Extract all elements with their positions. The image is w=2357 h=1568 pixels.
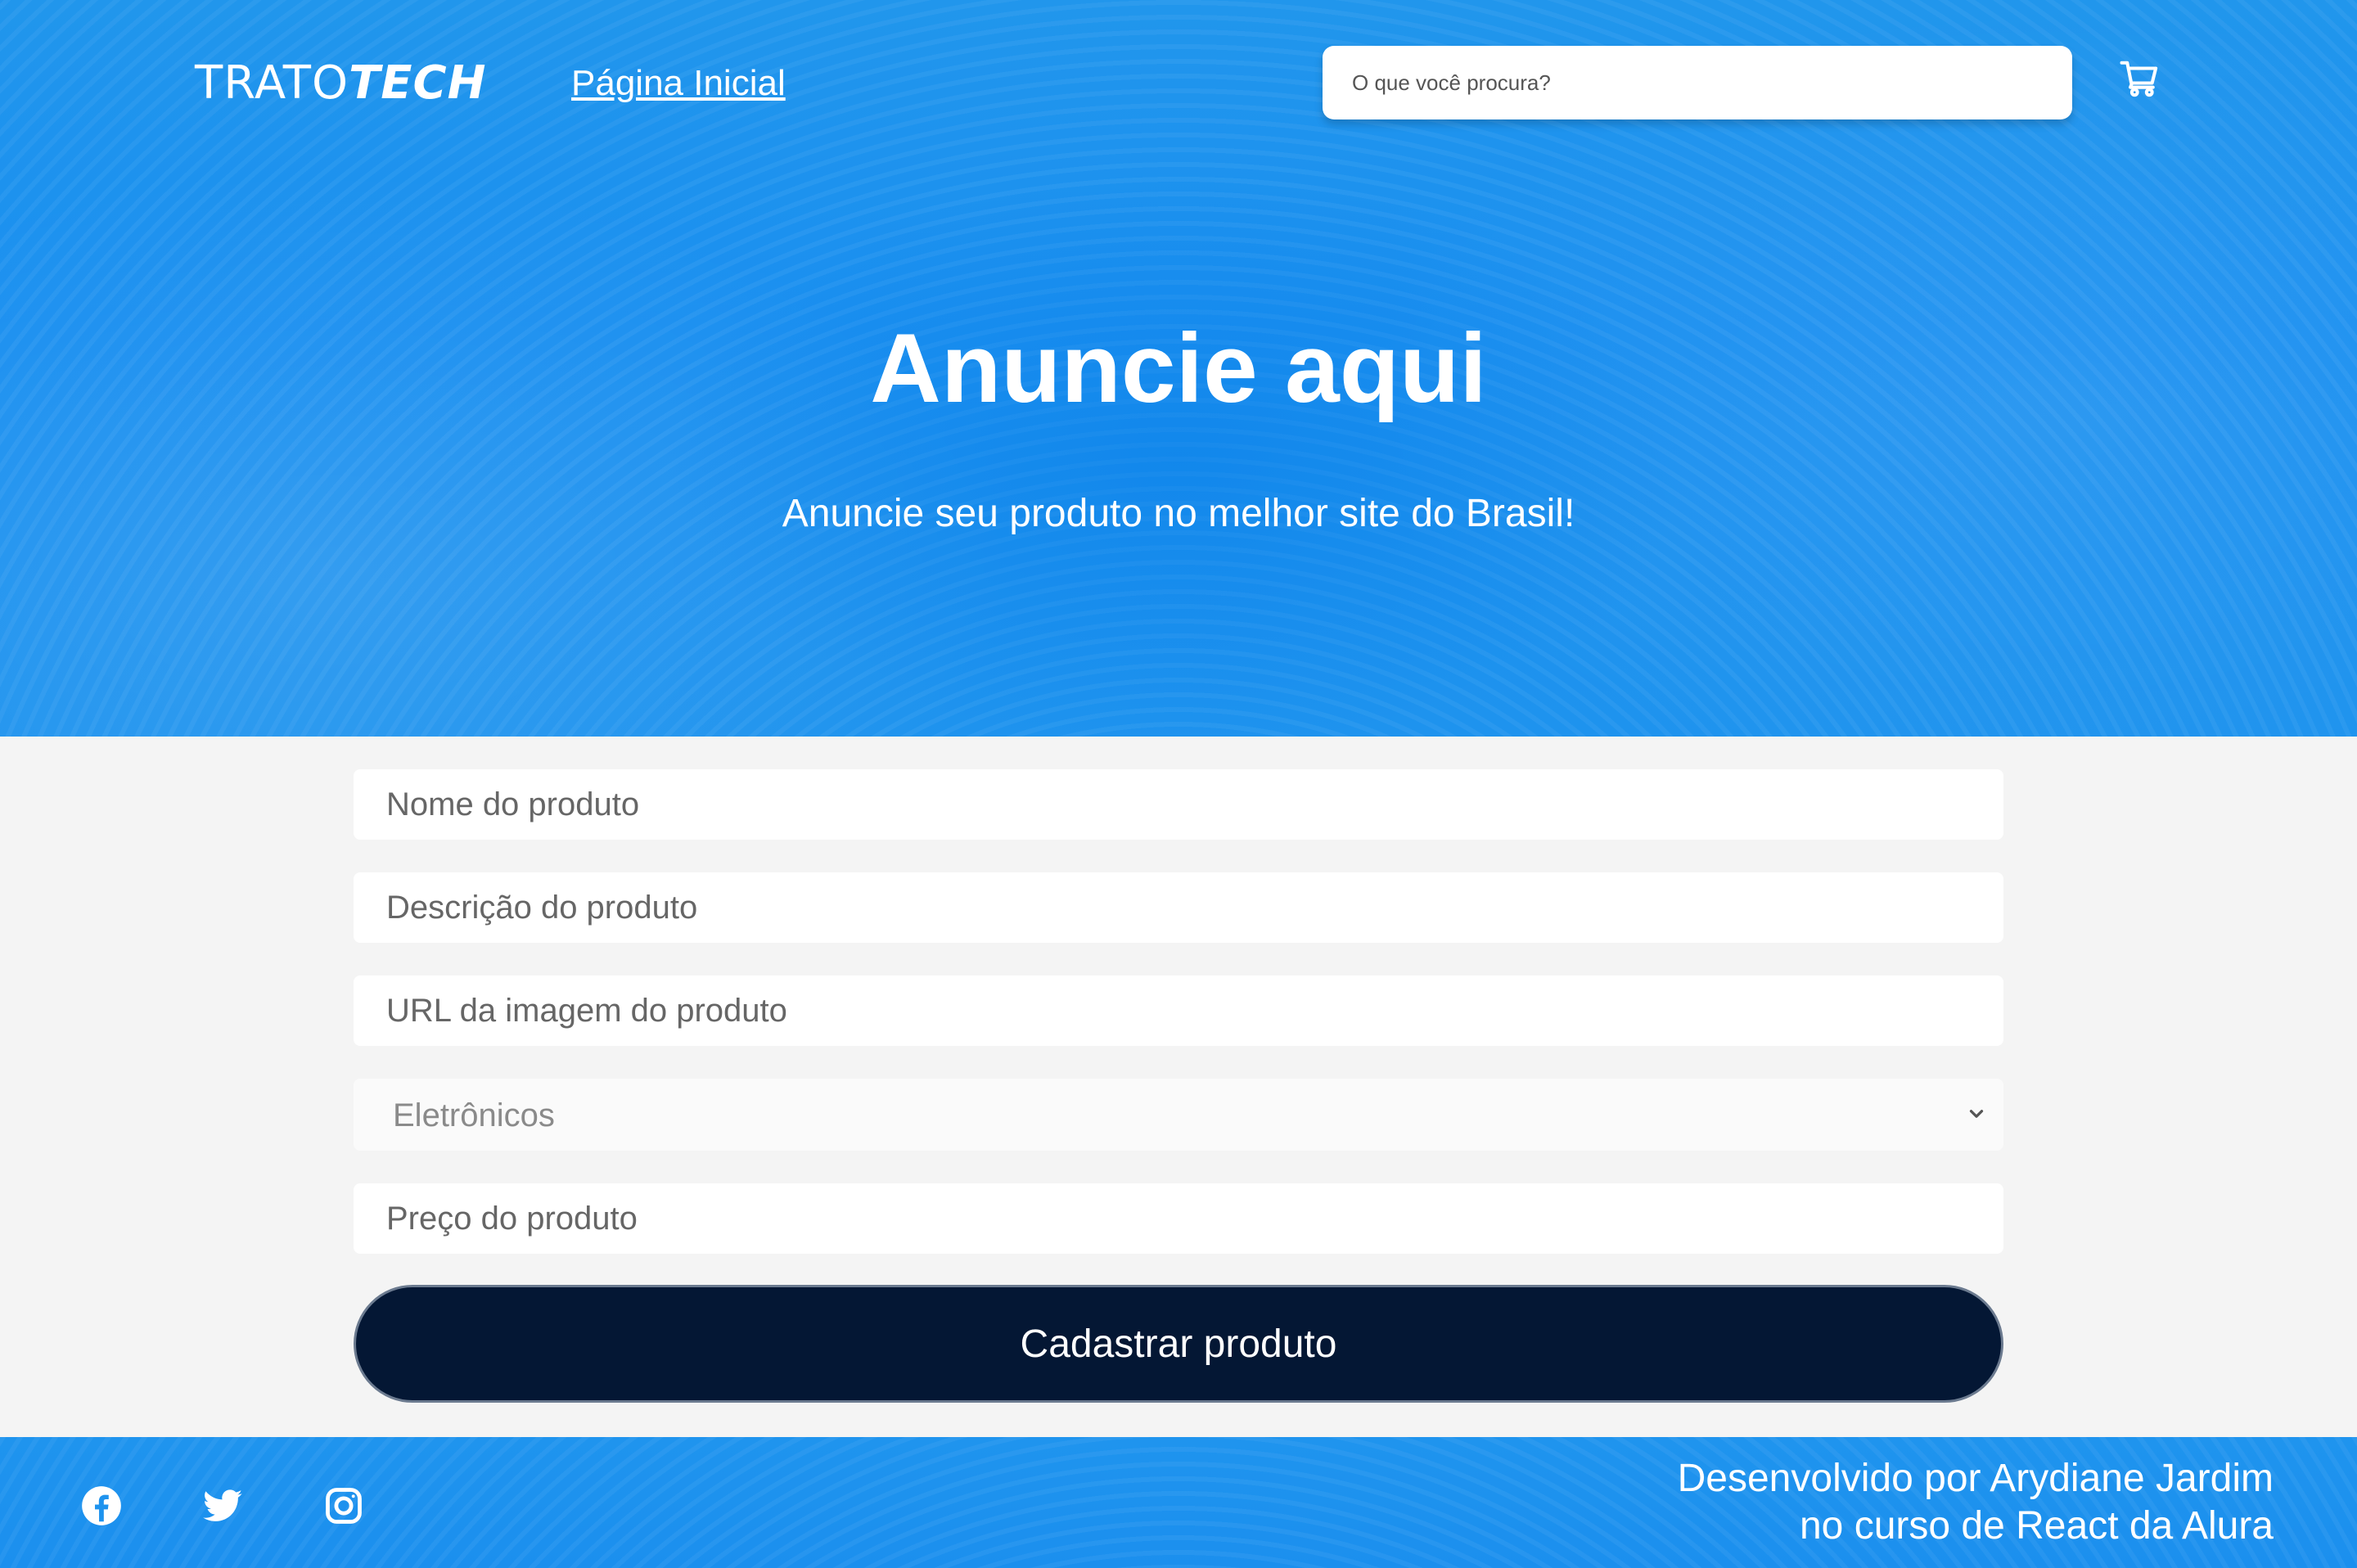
logo[interactable]: TRATOTECH bbox=[195, 57, 487, 110]
footer-credit: Desenvolvido por Arydiane Jardim no curs… bbox=[1678, 1455, 2274, 1550]
credit-line-2: no curso de React da Alura bbox=[1799, 1504, 2274, 1548]
logo-text-bold: TECH bbox=[349, 56, 487, 110]
facebook-icon[interactable] bbox=[80, 1485, 123, 1527]
product-name-input[interactable] bbox=[354, 769, 2003, 840]
search-input[interactable] bbox=[1323, 46, 2072, 119]
category-select-wrapper: Eletrônicos bbox=[354, 1079, 2003, 1151]
category-select-value: Eletrônicos bbox=[393, 1097, 555, 1133]
product-description-input[interactable] bbox=[354, 872, 2003, 943]
credit-line-1: Desenvolvido por Arydiane Jardim bbox=[1677, 1457, 2274, 1500]
cart-icon[interactable] bbox=[2118, 57, 2162, 101]
product-price-input[interactable] bbox=[354, 1183, 2003, 1254]
instagram-icon[interactable] bbox=[322, 1485, 365, 1527]
product-image-url-input[interactable] bbox=[354, 975, 2003, 1046]
page: TRATOTECH Página Inicial Anuncie aqui An… bbox=[0, 0, 2357, 1568]
hero-subtitle: Anuncie seu produto no melhor site do Br… bbox=[782, 492, 1575, 535]
hero-title: Anuncie aqui bbox=[870, 313, 1487, 423]
twitter-icon[interactable] bbox=[201, 1485, 244, 1527]
top-navbar: TRATOTECH Página Inicial bbox=[0, 0, 2357, 164]
home-link[interactable]: Página Inicial bbox=[571, 62, 786, 105]
logo-text-light: TRATO bbox=[195, 56, 349, 110]
category-select[interactable]: Eletrônicos bbox=[354, 1079, 2003, 1151]
footer: Desenvolvido por Arydiane Jardim no curs… bbox=[0, 1437, 2357, 1568]
chevron-down-icon bbox=[1966, 1103, 1987, 1124]
hero-banner: TRATOTECH Página Inicial Anuncie aqui An… bbox=[0, 0, 2357, 737]
product-form: Eletrônicos Cadastrar produto bbox=[354, 769, 2003, 1403]
register-product-button[interactable]: Cadastrar produto bbox=[354, 1285, 2003, 1403]
